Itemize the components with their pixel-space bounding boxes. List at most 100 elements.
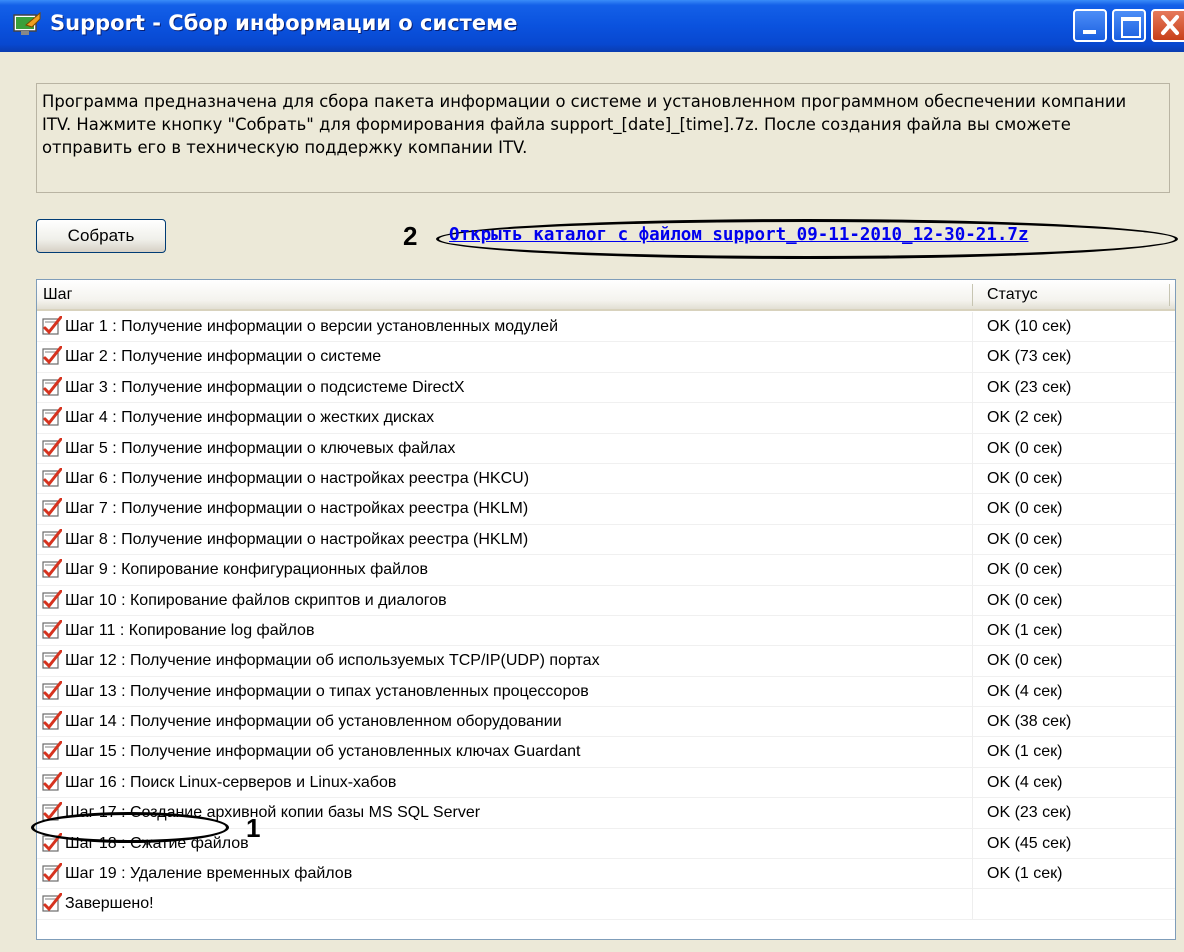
close-button[interactable] bbox=[1151, 9, 1184, 42]
collect-button[interactable]: Собрать bbox=[36, 219, 166, 253]
row-status-cell: OK (45 сек) bbox=[987, 834, 1072, 852]
row-status-cell: OK (2 сек) bbox=[987, 409, 1063, 427]
column-gridline bbox=[972, 372, 973, 403]
column-gridline bbox=[972, 889, 973, 920]
table-row[interactable]: Шаг 10 : Копирование файлов скриптов и д… bbox=[37, 585, 1175, 616]
row-step-label: Шаг 5 : Получение информации о ключевых … bbox=[65, 439, 456, 457]
row-step-label: Шаг 13 : Получение информации о типах ус… bbox=[65, 682, 589, 700]
checklist-icon bbox=[41, 497, 63, 517]
row-step-cell: Шаг 1 : Получение информации о версии ус… bbox=[41, 312, 558, 342]
row-step-label: Шаг 4 : Получение информации о жестких д… bbox=[65, 409, 435, 427]
column-gridline bbox=[972, 646, 973, 677]
checklist-icon bbox=[41, 619, 63, 639]
row-status-cell: OK (1 сек) bbox=[987, 621, 1063, 639]
column-gridline bbox=[972, 494, 973, 525]
table-row[interactable]: Шаг 11 : Копирование log файлов OK (1 сек… bbox=[37, 615, 1175, 647]
row-step-label: Шаг 10 : Копирование файлов скриптов и д… bbox=[65, 591, 447, 609]
row-step-label: Шаг 6 : Получение информации о настройка… bbox=[65, 469, 530, 487]
row-step-cell: Шаг 16 : Поиск Linux-серверов и Linux-ха… bbox=[41, 768, 396, 798]
column-gridline bbox=[972, 433, 973, 464]
column-header-step[interactable]: Шаг bbox=[43, 280, 72, 309]
row-step-label: Шаг 7 : Получение информации о настройка… bbox=[65, 500, 529, 518]
column-gridline bbox=[972, 524, 973, 555]
row-step-label: Шаг 1 : Получение информации о версии ус… bbox=[65, 318, 558, 335]
checklist-icon bbox=[41, 771, 63, 791]
checklist-icon bbox=[41, 680, 63, 700]
column-header-status[interactable]: Статус bbox=[987, 280, 1038, 309]
table-row[interactable]: Шаг 14 : Получение информации об установ… bbox=[37, 707, 1175, 738]
table-row[interactable]: Шаг 9 : Копирование конфигурационных фай… bbox=[37, 555, 1175, 586]
row-step-cell: Шаг 9 : Копирование конфигурационных фай… bbox=[41, 555, 428, 585]
table-row[interactable]: Шаг 16 : Поиск Linux-серверов и Linux-ха… bbox=[37, 767, 1175, 799]
table-row[interactable]: Шаг 19 : Удаление временных файлов OK (1 … bbox=[37, 859, 1175, 890]
table-row[interactable]: Шаг 8 : Получение информации о настройка… bbox=[37, 524, 1175, 556]
column-gridline bbox=[972, 312, 973, 342]
minimize-button[interactable] bbox=[1073, 9, 1107, 42]
row-step-cell: Шаг 3 : Получение информации о подсистем… bbox=[41, 373, 465, 403]
column-gridline bbox=[972, 615, 973, 646]
checklist-icon bbox=[41, 649, 63, 669]
checklist-icon bbox=[41, 740, 63, 761]
column-gridline bbox=[972, 767, 973, 798]
row-step-cell: Шаг 12 : Получение информации об использ… bbox=[41, 646, 600, 676]
maximize-button[interactable] bbox=[1112, 9, 1146, 42]
row-step-cell: Шаг 2 : Получение информации о системе bbox=[41, 342, 381, 372]
table-row[interactable]: Шаг 1 : Получение информации о версии ус… bbox=[37, 312, 1175, 343]
row-status-cell: OK (23 сек) bbox=[987, 378, 1072, 396]
table-row[interactable]: Шаг 12 : Получение информации об использ… bbox=[37, 646, 1175, 677]
row-status-cell: OK (0 сек) bbox=[987, 469, 1063, 487]
checklist-icon bbox=[41, 892, 63, 913]
table-row[interactable]: Шаг 7 : Получение информации о настройка… bbox=[37, 494, 1175, 525]
row-status-cell: OK (38 сек) bbox=[987, 713, 1072, 731]
description-box: Программа предназначена для сбора пакета… bbox=[36, 83, 1170, 193]
row-status-cell: OK (4 сек) bbox=[987, 682, 1063, 700]
description-text: Программа предназначена для сбора пакета… bbox=[42, 92, 1132, 157]
window-title: Support - Сбор информации о системе bbox=[50, 11, 518, 35]
annotation-marker-1: 1 bbox=[246, 813, 261, 843]
row-step-label: Шаг 11 : Копирование log файлов bbox=[65, 621, 315, 639]
checklist-icon bbox=[41, 406, 63, 426]
row-step-cell: Шаг 15 : Получение информации об установ… bbox=[41, 737, 580, 767]
column-divider[interactable] bbox=[1169, 284, 1170, 306]
column-gridline bbox=[972, 342, 973, 373]
row-status-cell: OK (1 сек) bbox=[987, 743, 1063, 761]
column-gridline bbox=[972, 828, 973, 859]
table-row[interactable]: Завершено! bbox=[37, 889, 1175, 920]
row-status-cell: OK (73 сек) bbox=[987, 348, 1072, 366]
row-step-cell: Завершено! bbox=[41, 889, 154, 919]
column-divider[interactable] bbox=[972, 284, 973, 306]
column-gridline bbox=[972, 676, 973, 707]
column-gridline bbox=[972, 798, 973, 829]
row-step-label: Шаг 15 : Получение информации об установ… bbox=[65, 743, 581, 761]
title-bar[interactable]: Support - Сбор информации о системе bbox=[0, 0, 1184, 52]
row-step-cell: Шаг 14 : Получение информации об установ… bbox=[41, 707, 562, 737]
column-gridline bbox=[972, 585, 973, 616]
steps-listview[interactable]: Шаг Статус Шаг 1 : Получение информации … bbox=[36, 279, 1176, 940]
row-step-cell: Шаг 6 : Получение информации о настройка… bbox=[41, 464, 529, 494]
row-status-cell: OK (0 сек) bbox=[987, 591, 1063, 609]
open-folder-link[interactable]: Открыть каталог с файлом support_09-11-2… bbox=[449, 225, 1028, 245]
column-gridline bbox=[972, 403, 973, 434]
row-step-label: Шаг 16 : Поиск Linux-серверов и Linux-ха… bbox=[65, 773, 397, 791]
row-status-cell: OK (0 сек) bbox=[987, 500, 1063, 518]
table-row[interactable]: Шаг 6 : Получение информации о настройка… bbox=[37, 463, 1175, 495]
checklist-icon bbox=[41, 315, 63, 335]
table-row[interactable]: Шаг 15 : Получение информации об установ… bbox=[37, 737, 1175, 768]
column-gridline bbox=[972, 859, 973, 890]
annotation-oval-completed bbox=[31, 812, 229, 843]
table-row[interactable]: Шаг 4 : Получение информации о жестких д… bbox=[37, 403, 1175, 434]
row-step-cell: Шаг 19 : Удаление временных файлов bbox=[41, 859, 352, 889]
table-row[interactable]: Шаг 5 : Получение информации о ключевых … bbox=[37, 433, 1175, 464]
table-row[interactable]: Шаг 3 : Получение информации о подсистем… bbox=[37, 372, 1175, 404]
table-row[interactable]: Шаг 13 : Получение информации о типах ус… bbox=[37, 676, 1175, 708]
row-step-label: Шаг 3 : Получение информации о подсистем… bbox=[65, 378, 465, 396]
row-status-cell: OK (4 сек) bbox=[987, 773, 1063, 791]
checklist-icon bbox=[41, 558, 63, 578]
column-gridline bbox=[972, 707, 973, 738]
row-status-cell: OK (0 сек) bbox=[987, 652, 1063, 670]
row-step-cell: Шаг 13 : Получение информации о типах ус… bbox=[41, 677, 589, 707]
row-step-label: Шаг 8 : Получение информации о настройка… bbox=[65, 530, 529, 548]
table-row[interactable]: Шаг 2 : Получение информации о системе OK… bbox=[37, 342, 1175, 373]
row-step-label: Шаг 12 : Получение информации об использ… bbox=[65, 652, 600, 670]
checklist-icon bbox=[41, 437, 63, 457]
